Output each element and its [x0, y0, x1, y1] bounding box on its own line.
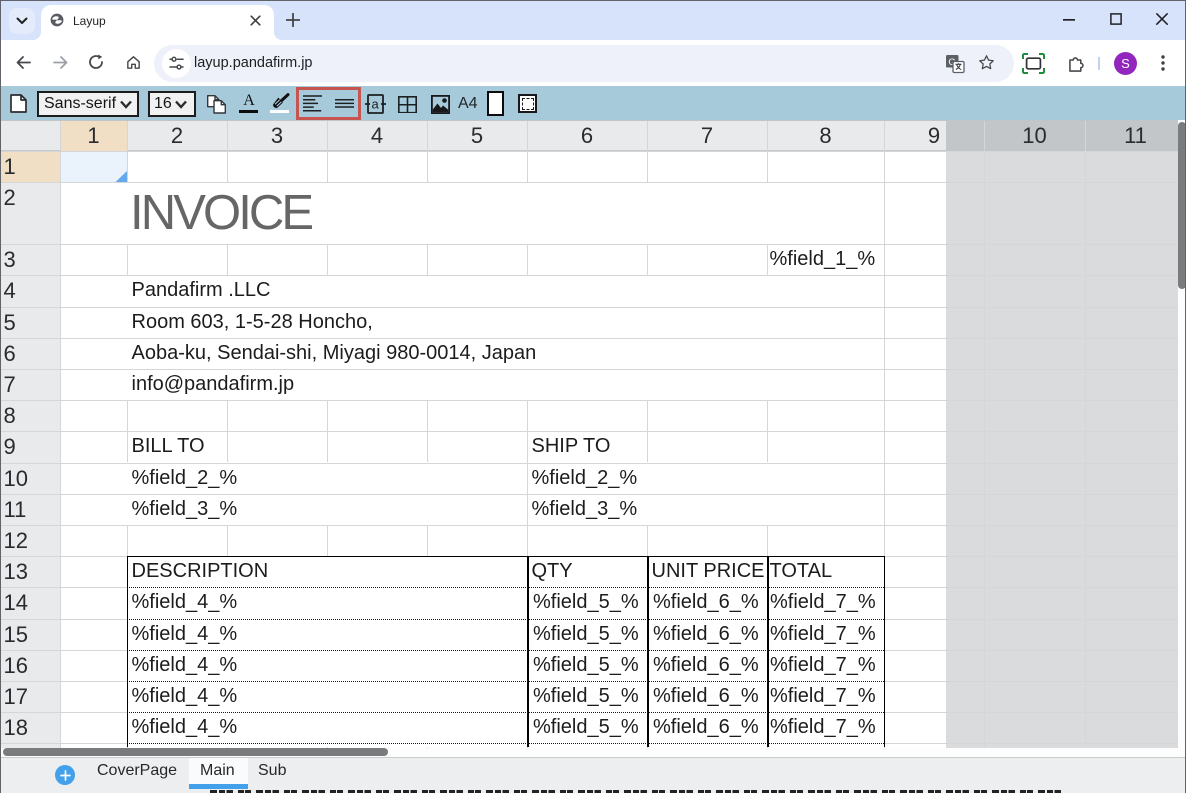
svg-text:a: a: [372, 97, 380, 112]
